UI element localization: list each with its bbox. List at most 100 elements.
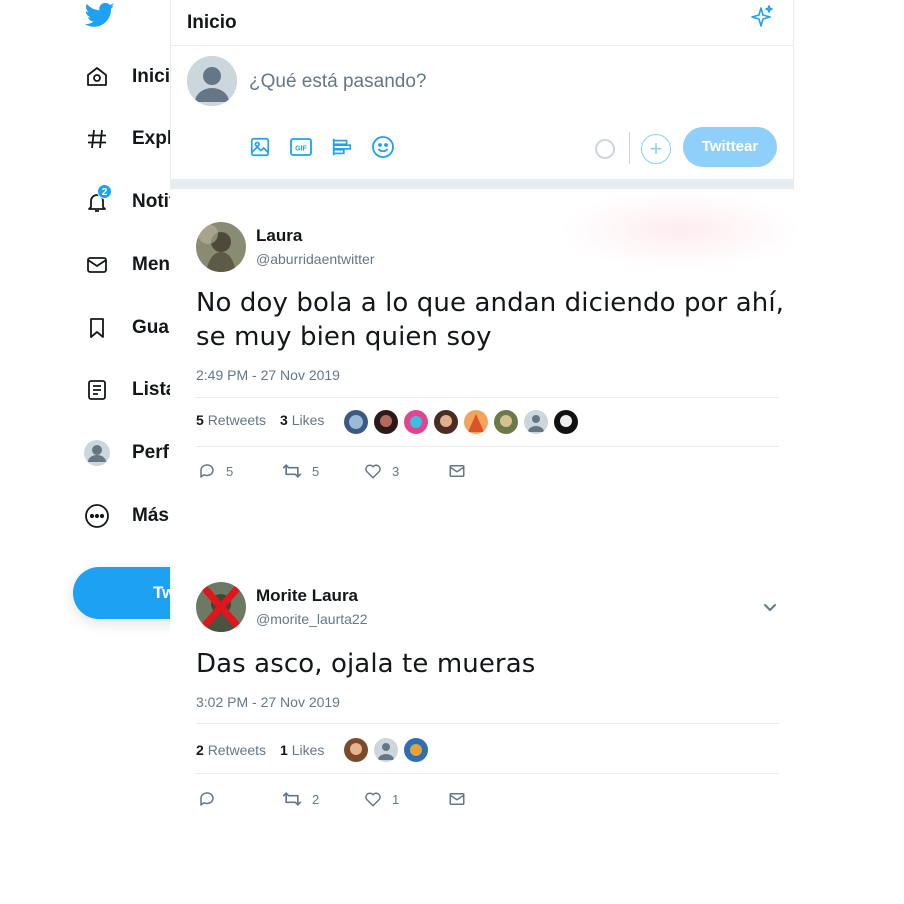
poll-icon[interactable] (329, 134, 354, 159)
likers-avatars (344, 410, 578, 434)
avatar[interactable] (344, 410, 368, 434)
bell-icon: 2 (82, 184, 112, 217)
avatar[interactable] (554, 410, 578, 434)
retweet-icon (282, 464, 302, 478)
avatar[interactable] (404, 738, 428, 762)
tweet-composer: ¿Qué está pasando? GIF + Twittear (171, 46, 793, 179)
background-glow (560, 190, 800, 270)
page-title: Inicio (187, 11, 237, 33)
avatar[interactable] (464, 410, 488, 434)
tweet[interactable]: Morite Laura @morite_laurta22 Das asco, … (170, 550, 794, 840)
tweet-submit-button[interactable]: Twittear (683, 127, 777, 167)
tweet-author-handle[interactable]: @aburridaentwitter (256, 251, 375, 267)
chevron-down-icon[interactable] (760, 598, 780, 618)
like-button[interactable]: 3 (364, 462, 448, 480)
likes-stat[interactable]: 1 Likes (280, 742, 324, 758)
composer-tools: GIF (247, 134, 395, 159)
likers-avatars (344, 738, 428, 762)
envelope-icon (82, 250, 112, 280)
divider (629, 132, 630, 164)
tweet-text-line: Das asco, ojala te mueras (196, 649, 536, 679)
tweet-author-name[interactable]: Laura (256, 226, 302, 246)
gif-icon[interactable]: GIF (288, 134, 313, 159)
tweet-text: No doy bola a lo que andan diciendo por … (196, 286, 786, 354)
twitter-bird-icon[interactable] (84, 0, 116, 30)
page-header: Inicio (171, 0, 793, 46)
likes-stat[interactable]: 3 Likes (280, 412, 324, 428)
share-button[interactable] (448, 790, 466, 808)
compose-input[interactable]: ¿Qué está pasando? (249, 71, 426, 93)
section-separator (170, 179, 794, 189)
reply-icon (200, 792, 214, 806)
avatar[interactable] (374, 738, 398, 762)
avatar[interactable] (434, 410, 458, 434)
avatar[interactable] (196, 222, 246, 272)
avatar[interactable] (196, 582, 246, 632)
retweets-stat[interactable]: 2 Retweets (196, 742, 266, 758)
retweet-button[interactable]: 5 (282, 462, 364, 480)
heart-icon (365, 792, 381, 807)
tweet-stats: 2 Retweets 1 Likes (196, 742, 338, 758)
emoji-icon[interactable] (370, 134, 395, 159)
reply-count: 5 (226, 463, 234, 479)
list-icon (82, 375, 112, 405)
avatar[interactable] (404, 410, 428, 434)
retweets-label: Retweets (207, 412, 267, 428)
retweet-icon (282, 792, 302, 806)
like-count: 3 (392, 463, 400, 479)
like-button[interactable]: 1 (364, 790, 448, 808)
divider (196, 773, 779, 774)
more-circle-icon (82, 501, 112, 531)
reply-button[interactable] (198, 790, 282, 808)
likes-label: Likes (291, 742, 325, 758)
character-counter (595, 139, 615, 159)
heart-icon (365, 464, 381, 479)
sidebar-item-perfil[interactable]: Perfil (82, 433, 180, 473)
retweet-count: 5 (312, 463, 320, 479)
reply-button[interactable]: 5 (198, 462, 282, 480)
likes-count: 3 (280, 412, 288, 428)
avatar[interactable] (494, 410, 518, 434)
like-count: 1 (392, 791, 400, 807)
retweet-button[interactable]: 2 (282, 790, 364, 808)
likes-label: Likes (291, 412, 325, 428)
sparkle-icon[interactable] (749, 4, 775, 30)
envelope-icon (449, 465, 465, 477)
avatar (187, 56, 237, 106)
top-section: Inicio ¿Qué está pasando? GIF + Twittear (170, 0, 794, 190)
likes-count: 1 (280, 742, 288, 758)
share-button[interactable] (448, 462, 466, 480)
tweet-timestamp[interactable]: 2:49 PM - 27 Nov 2019 (196, 367, 340, 383)
tweet-timestamp[interactable]: 3:02 PM - 27 Nov 2019 (196, 694, 340, 710)
divider (196, 723, 779, 724)
tweet-actions: 2 1 (198, 790, 466, 808)
tweet-stats: 5 Retweets 3 Likes (196, 412, 338, 428)
notification-badge: 2 (97, 184, 112, 199)
avatar[interactable] (524, 410, 548, 434)
retweets-stat[interactable]: 5 Retweets (196, 412, 266, 428)
divider (196, 446, 779, 447)
retweet-count: 2 (312, 791, 320, 807)
tweet-author-handle[interactable]: @morite_laurta22 (256, 611, 368, 627)
retweets-count: 5 (196, 412, 204, 428)
envelope-icon (449, 793, 465, 805)
hashtag-icon (82, 124, 112, 154)
tweet-text-line: No doy bola a lo que andan diciendo por … (196, 288, 785, 318)
main-column: Inicio ¿Qué está pasando? GIF + Twittear… (170, 0, 794, 904)
divider (196, 397, 779, 398)
image-icon[interactable] (247, 134, 272, 159)
avatar[interactable] (344, 738, 368, 762)
profile-icon (82, 438, 112, 468)
sidebar-item-inicio[interactable]: Inicio (82, 57, 182, 97)
avatar[interactable] (374, 410, 398, 434)
tweet-actions: 5 5 3 (198, 462, 466, 480)
retweets-count: 2 (196, 742, 204, 758)
add-tweet-button[interactable]: + (641, 134, 671, 164)
retweets-label: Retweets (207, 742, 267, 758)
reply-icon (200, 464, 214, 478)
tweet-author-name[interactable]: Morite Laura (256, 586, 358, 606)
tweet-text-line: se muy bien quien soy (196, 322, 492, 352)
svg-text:GIF: GIF (295, 145, 307, 152)
home-icon (82, 62, 112, 92)
bookmark-icon (82, 313, 112, 343)
